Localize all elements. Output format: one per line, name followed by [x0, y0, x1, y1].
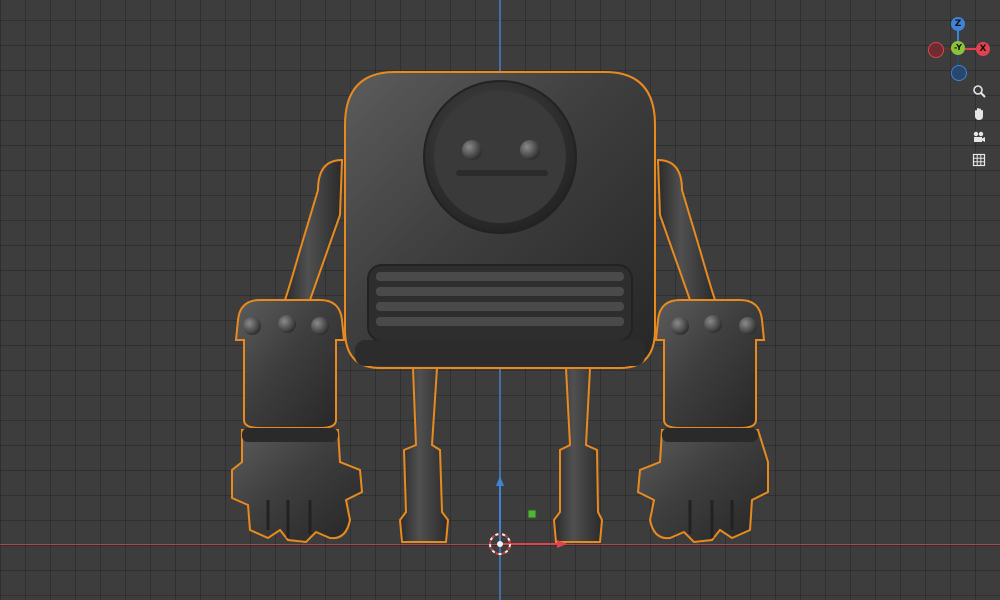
right-eye [520, 140, 540, 160]
gizmo-x-neg-ball[interactable] [928, 42, 944, 58]
zoom-icon[interactable] [968, 80, 990, 102]
camera-icon[interactable] [968, 126, 990, 148]
navigation-gizmo[interactable]: X Z -Y [925, 14, 995, 84]
gizmo-z-neg-ball[interactable] [951, 65, 967, 81]
robot-object[interactable] [0, 0, 1000, 600]
gizmo-x-label: X [979, 44, 987, 54]
right-leg [552, 367, 604, 543]
viewport-navigation-tools [968, 80, 990, 172]
body-base [355, 340, 645, 366]
left-hand [231, 429, 364, 544]
right-upper-arm [656, 158, 717, 301]
gizmo-z-ball[interactable]: Z [951, 17, 965, 31]
gizmo-z-label: Z [954, 19, 962, 29]
mouth [456, 170, 548, 176]
origin-handle [527, 509, 537, 519]
left-upper-arm [283, 158, 344, 301]
pan-hand-icon[interactable] [968, 103, 990, 125]
3d-viewport[interactable]: X Z -Y [0, 0, 1000, 600]
gizmo-x-ball[interactable]: X [976, 42, 990, 56]
head-sphere [434, 91, 566, 223]
gizmo-y-ball[interactable]: -Y [951, 41, 965, 55]
left-leg [398, 367, 450, 543]
left-eye [462, 140, 482, 160]
grid-perspective-icon[interactable] [968, 149, 990, 171]
right-hand [636, 429, 769, 544]
gizmo-y-label: -Y [954, 43, 962, 52]
